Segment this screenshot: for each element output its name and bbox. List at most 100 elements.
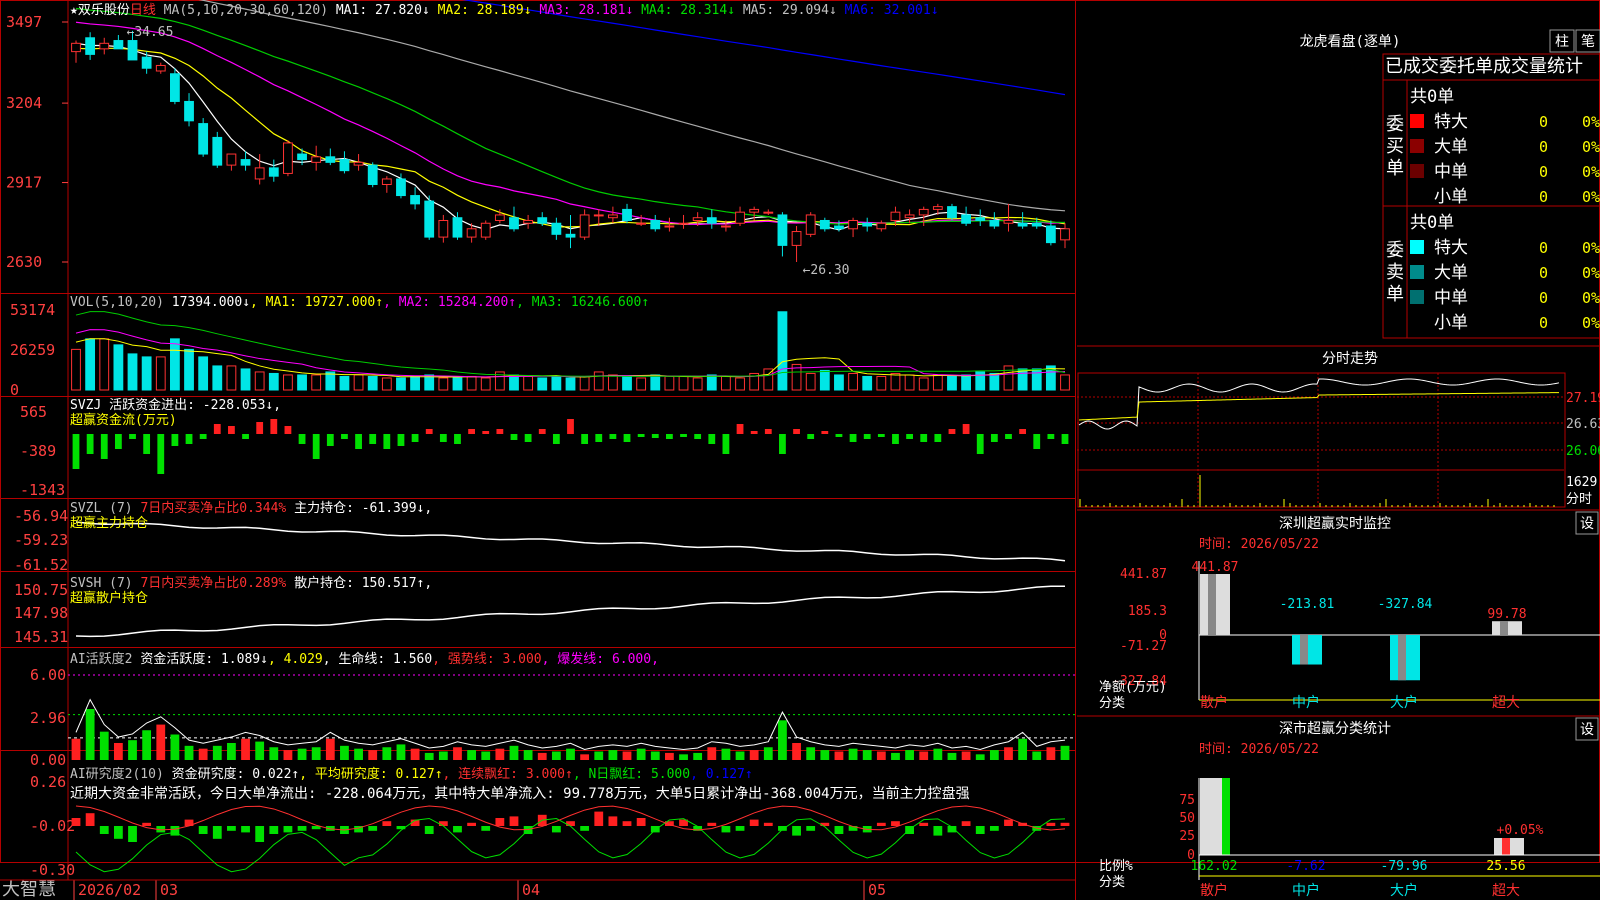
fundflow-bar <box>821 431 829 434</box>
candle <box>848 219 858 230</box>
fundflow-bar <box>468 429 475 434</box>
volume-bar <box>466 375 477 391</box>
volume-bar <box>480 377 491 391</box>
volume-bar <box>961 374 971 391</box>
research-bar <box>85 813 95 826</box>
research-bar <box>241 826 250 833</box>
activity-bar <box>113 743 123 760</box>
fundflow-bar <box>411 434 419 442</box>
fundflow-bar <box>171 434 179 446</box>
research-header-part: , 0.127↑ <box>690 767 753 782</box>
research-header-part: , 平均研究度: 0.127↑ <box>299 766 442 782</box>
activity-bar <box>693 752 703 760</box>
class-value: -79.96 <box>1381 859 1428 874</box>
activity-bar <box>523 750 533 760</box>
activity-bar <box>876 751 886 760</box>
svsh-tick: 145.31 <box>14 628 68 646</box>
candle <box>706 217 717 224</box>
research-bar <box>128 826 137 842</box>
class-bar-shade <box>1222 778 1230 855</box>
volume-bar <box>692 377 703 391</box>
activity-bar <box>227 743 236 760</box>
candle <box>777 214 788 246</box>
fundflow-bar <box>637 434 645 437</box>
research-bar <box>551 826 561 833</box>
research-tick: -0.02 <box>30 817 75 835</box>
activity-bar <box>354 748 363 760</box>
candle <box>184 100 194 122</box>
fundflow-bar <box>567 419 574 434</box>
intraday-price-line <box>1078 378 1560 430</box>
fundflow-bar <box>595 434 603 442</box>
candle <box>339 159 350 172</box>
fundflow-bar <box>934 434 942 442</box>
volume-bar <box>71 348 81 391</box>
candle <box>480 222 491 238</box>
activity-bar <box>594 751 604 760</box>
candle <box>904 214 915 219</box>
activity-bar <box>820 750 830 760</box>
research-bar <box>891 821 900 826</box>
sell-group-row-pct: 0% <box>1582 289 1600 307</box>
candle <box>890 211 901 221</box>
research-line-green <box>75 817 1066 873</box>
research-bar <box>622 821 632 826</box>
fundflow-bar <box>496 429 504 434</box>
buy-group-swatch <box>1410 114 1424 128</box>
activity-bar <box>679 754 688 760</box>
vol-tick: 53174 <box>10 301 55 319</box>
volume-bar <box>636 377 647 391</box>
volume-bar <box>268 372 279 391</box>
fundflow-bar <box>114 434 122 449</box>
fundflow-bar <box>680 434 687 437</box>
candle <box>805 214 816 235</box>
activity-bar <box>453 747 462 760</box>
volume-bar <box>198 356 209 391</box>
candle <box>141 56 152 69</box>
candle <box>283 142 293 174</box>
fundflow-bar <box>284 426 292 434</box>
main-chart-canvas[interactable]: 3497 3204 2917 2630 ★双乐股份日线 MA(5,10,20,30,60… <box>0 0 1600 900</box>
svsh-header-part: 散户持仓: 150.517↑, <box>286 575 432 591</box>
research-bar <box>481 826 491 831</box>
monitor-ylabel: 净额(万元) <box>1099 680 1167 695</box>
monitor-bar-shade <box>1300 635 1308 665</box>
fundflow-bar <box>100 434 108 459</box>
svzj-tick: 565 <box>20 403 47 421</box>
volume-bar <box>932 374 943 391</box>
candle <box>155 64 166 72</box>
buy-group-row-pct: 0% <box>1582 163 1600 181</box>
activity-bar <box>763 747 773 760</box>
volume-bar <box>254 371 265 391</box>
buy-group-row-val: 0 <box>1539 113 1548 131</box>
candle <box>99 42 110 50</box>
main-header: ★双乐股份日线 MA(5,10,20,30,60,120) MA1: 27.82… <box>70 3 939 18</box>
research-bar <box>707 822 717 826</box>
fundflow-bar <box>906 434 913 439</box>
main-header-part: MA2: 28.189↓ <box>438 3 540 18</box>
fundflow-bar <box>355 434 362 449</box>
research-header-part: , N日飘红: 5.000 <box>573 766 690 782</box>
activity-bar <box>806 747 816 760</box>
candle <box>862 222 873 227</box>
activity-bar <box>891 752 900 760</box>
monitor-category: 超大 <box>1492 695 1520 711</box>
activity-bar <box>834 751 844 760</box>
volume-bar <box>579 375 590 391</box>
monitor-bar-label: -213.81 <box>1280 597 1335 612</box>
fundflow-bar <box>581 434 589 444</box>
activity-bar <box>241 738 250 760</box>
main-header-part: MA(5,10,20,30,60,120) <box>156 3 336 18</box>
monitor-bar-label: 441.87 <box>1192 560 1239 575</box>
sell-group-label-char: 单 <box>1386 284 1404 305</box>
research-bar <box>438 821 448 826</box>
research-bar <box>368 826 378 831</box>
research-bar <box>424 826 434 834</box>
vol-ma-line <box>75 311 1066 377</box>
sell-group-swatch <box>1410 265 1424 279</box>
fundflow-bar <box>524 434 532 442</box>
intraday-vol-value: 1629 <box>1566 475 1597 490</box>
candle <box>735 211 745 224</box>
sell-group-total: 共0单 <box>1410 213 1454 233</box>
research-bar <box>382 821 392 826</box>
